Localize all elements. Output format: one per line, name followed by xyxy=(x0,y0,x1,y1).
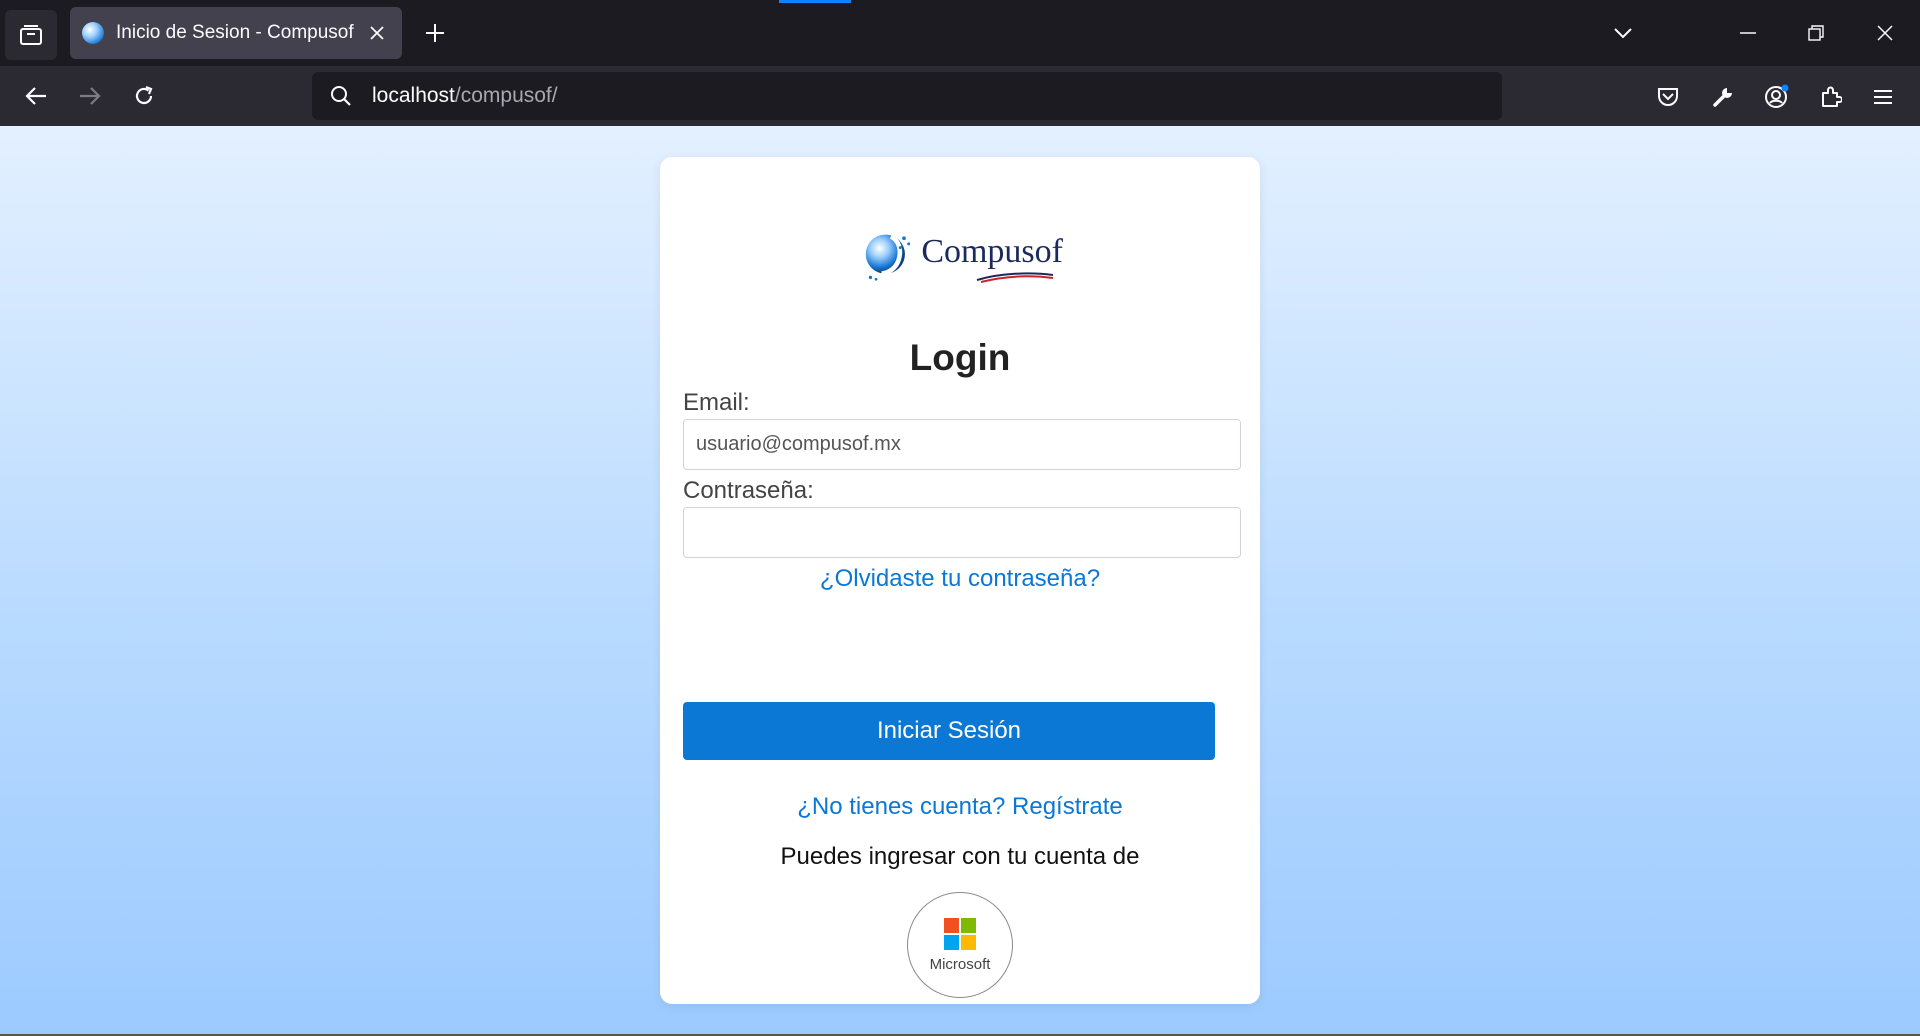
page-viewport: Compusof Login Email: Contraseña: ¿Olvid… xyxy=(0,126,1920,1036)
account-icon xyxy=(1765,84,1789,108)
tab-strip: Inicio de Sesion - Compusof xyxy=(0,0,1920,66)
search-icon xyxy=(331,86,351,106)
tab-title: Inicio de Sesion - Compusof xyxy=(116,22,354,43)
login-button[interactable]: Iniciar Sesión xyxy=(683,702,1215,760)
register-link[interactable]: ¿No tienes cuenta? Regístrate xyxy=(660,793,1260,821)
tab-close-button[interactable] xyxy=(364,20,390,46)
site-favicon-icon xyxy=(82,22,104,44)
minimize-button[interactable] xyxy=(1721,10,1775,56)
restore-icon xyxy=(1808,25,1824,41)
forward-button[interactable] xyxy=(70,76,110,116)
logo-swoosh xyxy=(977,272,1054,283)
url-host: localhost xyxy=(372,84,455,107)
navigation-toolbar: localhost/compusof/ xyxy=(0,66,1920,126)
login-card: Compusof Login Email: Contraseña: ¿Olvid… xyxy=(660,157,1260,1004)
close-icon xyxy=(1877,25,1893,41)
email-field[interactable] xyxy=(683,419,1241,470)
tab-overview-button[interactable] xyxy=(5,10,57,60)
arrow-right-icon xyxy=(80,87,101,105)
pocket-button[interactable] xyxy=(1649,78,1687,116)
logo-text: Compusof xyxy=(921,233,1063,270)
email-label: Email: xyxy=(683,389,750,416)
compusof-logo: Compusof xyxy=(863,221,1063,291)
window-close-button[interactable] xyxy=(1858,10,1912,56)
arrow-left-icon xyxy=(25,87,46,105)
forgot-password-link[interactable]: ¿Olvidaste tu contraseña? xyxy=(660,565,1260,593)
reload-button[interactable] xyxy=(124,76,164,116)
password-label: Contraseña: xyxy=(683,477,814,504)
microsoft-label: Microsoft xyxy=(929,955,991,973)
wrench-icon xyxy=(1713,87,1733,107)
minimize-icon xyxy=(1740,32,1756,34)
password-field[interactable] xyxy=(683,507,1241,558)
puzzle-icon xyxy=(1822,86,1842,107)
restore-button[interactable] xyxy=(1789,10,1843,56)
developer-tools-button[interactable] xyxy=(1704,78,1742,116)
url-text: localhost/compusof/ xyxy=(372,84,558,108)
tab-overview-icon xyxy=(20,25,42,45)
back-button[interactable] xyxy=(16,76,56,116)
alt-login-prompt: Puedes ingresar con tu cuenta de xyxy=(780,843,1140,870)
chevron-down-icon xyxy=(1614,28,1632,39)
new-tab-button[interactable] xyxy=(418,16,452,50)
app-menu-button[interactable] xyxy=(1864,78,1902,116)
logo-wordmark: Compusof xyxy=(913,233,1063,283)
url-path: /compusof/ xyxy=(454,84,558,107)
address-bar[interactable]: localhost/compusof/ xyxy=(312,72,1502,120)
extensions-button[interactable] xyxy=(1812,78,1850,116)
reload-icon xyxy=(135,85,153,105)
close-icon xyxy=(370,26,384,40)
tab-active[interactable]: Inicio de Sesion - Compusof xyxy=(70,7,402,59)
compusof-globe-icon xyxy=(865,234,911,281)
loading-indicator xyxy=(779,0,851,3)
list-all-tabs-button[interactable] xyxy=(1606,16,1640,50)
pocket-icon xyxy=(1658,88,1678,106)
microsoft-login-button[interactable]: Microsoft xyxy=(907,892,1013,998)
microsoft-logo-icon xyxy=(944,917,976,950)
plus-icon xyxy=(426,24,444,42)
login-heading: Login xyxy=(909,337,1011,378)
hamburger-menu-icon xyxy=(1874,90,1892,104)
account-button[interactable] xyxy=(1758,78,1796,116)
